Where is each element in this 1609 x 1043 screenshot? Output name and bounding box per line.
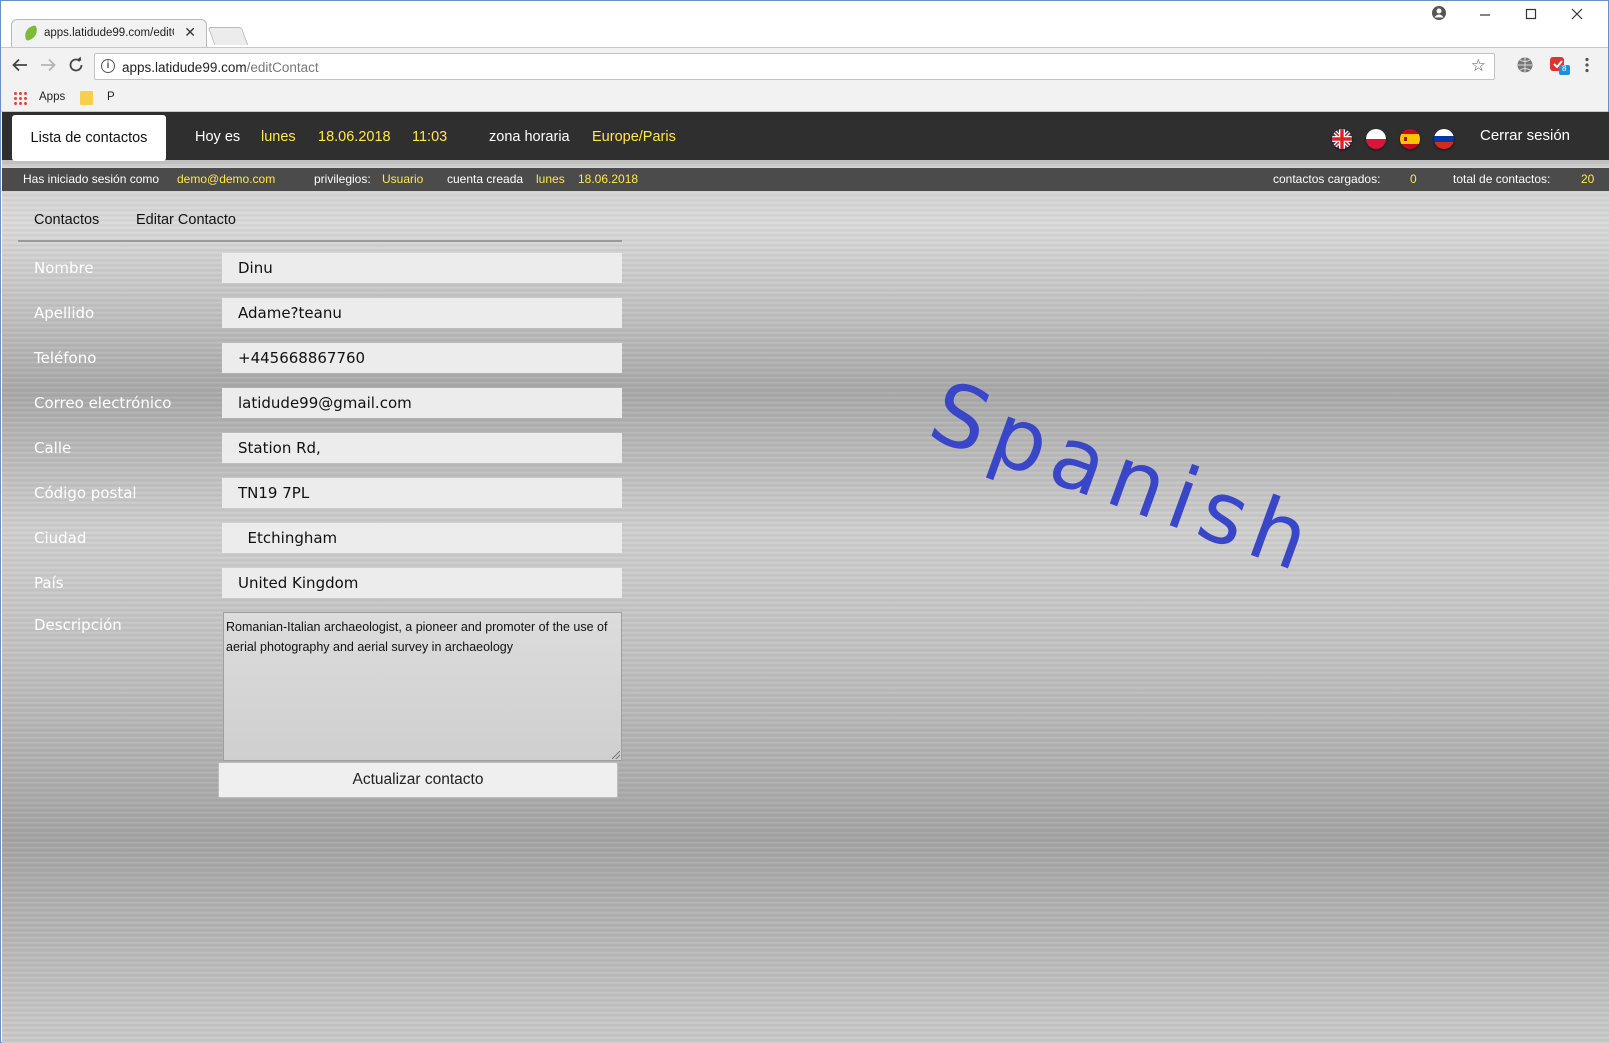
postcode-label: Código postal <box>34 484 137 502</box>
privileges-value: Usuario <box>382 172 424 186</box>
current-time: 11:03 <box>412 129 448 145</box>
form-row-street: Calle <box>2 433 642 463</box>
bookmark-apps[interactable]: Apps <box>39 91 65 103</box>
minimize-icon[interactable] <box>1479 5 1491 26</box>
russia-flag-icon[interactable] <box>1434 129 1454 149</box>
site-info-icon[interactable]: i <box>101 59 115 73</box>
app-top-nav: Lista de contactos Hoy es lunes 18.06.20… <box>2 112 1609 164</box>
phone-label: Teléfono <box>34 349 97 367</box>
contacts-list-tab[interactable]: Lista de contactos <box>12 115 166 161</box>
extension-badge-icon[interactable]: 8 <box>1549 56 1570 75</box>
language-watermark: Spanish <box>917 362 1331 594</box>
bookmark-star-icon[interactable]: ☆ <box>1471 56 1486 76</box>
extension-globe-icon[interactable] <box>1516 56 1534 74</box>
update-contact-button[interactable]: Actualizar contacto <box>218 762 618 798</box>
total-contacts-value: 20 <box>1581 172 1595 186</box>
account-created-weekday: lunes <box>536 172 565 186</box>
reload-icon[interactable] <box>67 56 85 79</box>
form-row-country: País <box>2 568 642 598</box>
logged-as-label: Has iniciado sesión como <box>23 172 160 186</box>
bookmarks-bar: Apps P <box>1 85 1608 112</box>
extension-badge-count: 8 <box>1562 64 1567 73</box>
browser-window: apps.latidude99.com/editContact ✕ i ap <box>0 0 1609 1043</box>
country-label: País <box>34 574 64 592</box>
email-label: Correo electrónico <box>34 394 172 412</box>
profile-icon[interactable] <box>1431 5 1447 26</box>
breadcrumb-edit-contact: Editar Contacto <box>136 212 236 228</box>
form-row-last-name: Apellido <box>2 298 642 328</box>
timezone-label: zona horaria <box>489 129 570 145</box>
back-arrow-icon[interactable] <box>11 56 29 79</box>
url-text: apps.latidude99.com/editContact <box>122 60 319 75</box>
description-textarea[interactable]: Romanian-Italian archaeologist, a pionee… <box>223 612 622 761</box>
leaf-favicon-icon <box>22 24 40 42</box>
maximize-icon[interactable] <box>1525 5 1537 26</box>
bookmark-p[interactable]: P <box>107 91 115 103</box>
tab-title: apps.latidude99.com/editContact <box>44 27 174 39</box>
apps-grid-icon[interactable] <box>13 91 27 105</box>
form-row-city: Ciudad <box>2 523 642 553</box>
form-row-first-name: Nombre <box>2 253 642 283</box>
folder-icon[interactable] <box>80 91 93 105</box>
breadcrumb: Contactos Editar Contacto <box>18 212 622 242</box>
total-contacts-label: total de contactos: <box>1453 172 1551 186</box>
privileges-label: privilegios: <box>314 172 371 186</box>
logged-user: demo@demo.com <box>177 172 276 186</box>
address-bar[interactable]: i apps.latidude99.com/editContact ☆ <box>94 53 1495 80</box>
first-name-label: Nombre <box>34 259 94 277</box>
form-row-postcode: Código postal <box>2 478 642 508</box>
account-created-label: cuenta creada <box>447 172 524 186</box>
city-input[interactable] <box>222 523 622 553</box>
form-row-email: Correo electrónico <box>2 388 642 418</box>
browser-toolbar: i apps.latidude99.com/editContact ☆ 8 <box>1 47 1608 85</box>
postcode-input[interactable] <box>222 478 622 508</box>
last-name-input[interactable] <box>222 298 622 328</box>
contacts-loaded-value: 0 <box>1410 172 1417 186</box>
first-name-input[interactable] <box>222 253 622 283</box>
session-status-bar: Has iniciado sesión como demo@demo.com p… <box>2 168 1609 191</box>
breadcrumb-contacts[interactable]: Contactos <box>34 212 99 228</box>
street-label: Calle <box>34 439 72 457</box>
spain-flag-icon[interactable] <box>1400 129 1420 149</box>
close-window-icon[interactable] <box>1571 5 1583 26</box>
browser-tab[interactable]: apps.latidude99.com/editContact ✕ <box>11 19 207 47</box>
title-bar: apps.latidude99.com/editContact ✕ <box>1 1 1608 47</box>
description-text: Romanian-Italian archaeologist, a pionee… <box>226 620 608 654</box>
tab-close-icon[interactable]: ✕ <box>184 24 196 41</box>
country-input[interactable] <box>222 568 622 598</box>
resize-handle-icon[interactable] <box>612 751 620 759</box>
page-content: Lista de contactos Hoy es lunes 18.06.20… <box>2 112 1609 1043</box>
weekday: lunes <box>261 129 296 145</box>
menu-kebab-icon[interactable] <box>1584 56 1590 79</box>
contacts-loaded-label: contactos cargados: <box>1273 172 1381 186</box>
uk-flag-icon[interactable] <box>1332 129 1352 149</box>
forward-arrow-icon[interactable] <box>39 56 57 79</box>
city-label: Ciudad <box>34 529 87 547</box>
phone-input[interactable] <box>222 343 622 373</box>
description-label: Descripción <box>34 616 122 634</box>
poland-flag-icon[interactable] <box>1366 129 1386 149</box>
timezone-value: Europe/Paris <box>592 129 676 145</box>
current-date: 18.06.2018 <box>318 129 391 145</box>
form-row-phone: Teléfono <box>2 343 642 373</box>
street-input[interactable] <box>222 433 622 463</box>
logout-link[interactable]: Cerrar sesión <box>1480 127 1570 144</box>
email-input[interactable] <box>222 388 622 418</box>
today-label: Hoy es <box>195 129 241 145</box>
account-created-date: 18.06.2018 <box>578 172 639 186</box>
new-tab-button[interactable] <box>207 27 249 45</box>
last-name-label: Apellido <box>34 304 95 322</box>
